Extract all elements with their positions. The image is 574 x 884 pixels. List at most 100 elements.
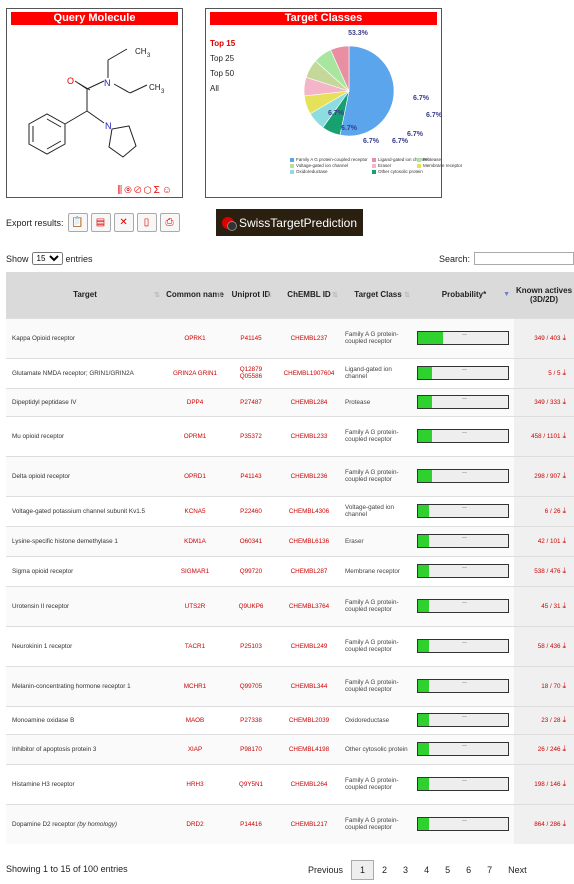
sigma-icon[interactable]: Σ [154, 185, 162, 196]
col-target[interactable]: Target ⇅ [6, 272, 164, 318]
uniprot-link[interactable]: P41143 [226, 455, 276, 496]
known-actives[interactable]: 18 / 70 ⤓ [514, 665, 574, 706]
uniprot-link[interactable]: Q9Y5N1 [226, 763, 276, 804]
download-icon[interactable]: ⤓ [562, 715, 566, 725]
chembl-link[interactable]: CHEMBL264 [276, 763, 342, 804]
known-actives[interactable]: 23 / 28 ⤓ [514, 705, 574, 734]
target-icon[interactable]: ⊚ [124, 185, 134, 196]
download-icon[interactable]: ⤓ [562, 819, 566, 829]
common-name-link[interactable]: MCHR1 [164, 665, 226, 706]
page-2[interactable]: 2 [374, 861, 395, 879]
chembl-link[interactable]: CHEMBL284 [276, 387, 342, 416]
molecule-tool-icons[interactable]: ⫼⊚⊘⬡Σ☺ [118, 185, 174, 196]
known-actives[interactable]: 458 / 1101 ⤓ [514, 415, 574, 456]
download-icon[interactable]: ⤓ [562, 681, 566, 691]
common-name-link[interactable]: HRH3 [164, 763, 226, 804]
chembl-link[interactable]: CHEMBL2039 [276, 705, 342, 734]
page-6[interactable]: 6 [458, 861, 479, 879]
col-known-actives[interactable]: Known actives (3D/2D) [514, 272, 574, 318]
page-5[interactable]: 5 [437, 861, 458, 879]
col-chembl[interactable]: ChEMBL ID ⇅ [276, 272, 342, 318]
smiley-icon[interactable]: ☺ [162, 185, 174, 196]
uniprot-link[interactable]: P41145 [226, 317, 276, 358]
common-name-link[interactable]: SIGMAR1 [164, 555, 226, 586]
common-name-link[interactable]: KCNA5 [164, 495, 226, 526]
download-icon[interactable]: ⤓ [562, 471, 566, 481]
common-name-link[interactable]: OPRK1 [164, 317, 226, 358]
chembl-link[interactable]: CHEMBL1907604 [276, 357, 342, 388]
download-icon[interactable]: ⤓ [562, 431, 566, 441]
known-actives[interactable]: 298 / 907 ⤓ [514, 455, 574, 496]
download-icon[interactable]: ⤓ [562, 566, 566, 576]
known-actives[interactable]: 864 / 286 ⤓ [514, 803, 574, 844]
chembl-link[interactable]: CHEMBL4198 [276, 733, 342, 764]
chembl-link[interactable]: CHEMBL4306 [276, 495, 342, 526]
col-common-name[interactable]: Common name ⇅ [164, 272, 226, 318]
chembl-link[interactable]: CHEMBL237 [276, 317, 342, 358]
hexagon-icon[interactable]: ⬡ [144, 185, 154, 196]
common-name-link[interactable]: MAOB [164, 705, 226, 734]
download-icon[interactable]: ⤓ [562, 368, 566, 378]
known-actives[interactable]: 349 / 403 ⤓ [514, 317, 574, 358]
col-uniprot[interactable]: Uniprot ID ⇅ [226, 272, 276, 318]
col-target-class[interactable]: Target Class ⇅ [342, 272, 414, 318]
page-3[interactable]: 3 [395, 861, 416, 879]
known-actives[interactable]: 26 / 246 ⤓ [514, 733, 574, 764]
uniprot-link[interactable]: Q12879 Q05586 [226, 357, 276, 388]
download-icon[interactable]: ⤓ [562, 744, 566, 754]
pdf-icon[interactable]: ▯ [136, 213, 157, 232]
known-actives[interactable]: 6 / 26 ⤓ [514, 495, 574, 526]
uniprot-link[interactable]: Q99705 [226, 665, 276, 706]
known-actives[interactable]: 45 / 31 ⤓ [514, 585, 574, 626]
uniprot-link[interactable]: P27338 [226, 705, 276, 734]
page-1[interactable]: 1 [351, 860, 375, 880]
known-actives[interactable]: 538 / 476 ⤓ [514, 555, 574, 586]
next-button[interactable]: Next [500, 861, 535, 879]
pill-icon[interactable]: ⊘ [134, 185, 144, 196]
uniprot-link[interactable]: P98170 [226, 733, 276, 764]
print-icon[interactable]: ⎙ [159, 213, 180, 232]
common-name-link[interactable]: GRIN2A GRIN1 [164, 357, 226, 388]
common-name-link[interactable]: KDM1A [164, 525, 226, 556]
page-4[interactable]: 4 [416, 861, 437, 879]
download-icon[interactable]: ⤓ [562, 601, 566, 611]
common-name-link[interactable]: OPRM1 [164, 415, 226, 456]
uniprot-link[interactable]: Q9UKP6 [226, 585, 276, 626]
known-actives[interactable]: 5 / 5 ⤓ [514, 357, 574, 388]
known-actives[interactable]: 42 / 101 ⤓ [514, 525, 574, 556]
known-actives[interactable]: 58 / 436 ⤓ [514, 625, 574, 666]
uniprot-link[interactable]: P22460 [226, 495, 276, 526]
download-icon[interactable]: ⤓ [562, 397, 566, 407]
download-icon[interactable]: ⤓ [562, 333, 566, 343]
clipboard-icon[interactable]: 📋 [67, 213, 88, 232]
common-name-link[interactable]: OPRD1 [164, 455, 226, 496]
search-input[interactable] [474, 252, 574, 265]
uniprot-link[interactable]: P14416 [226, 803, 276, 844]
download-icon[interactable]: ⤓ [562, 506, 566, 516]
excel-icon[interactable]: ✕ [113, 213, 134, 232]
chembl-link[interactable]: CHEMBL217 [276, 803, 342, 844]
uniprot-link[interactable]: O60341 [226, 525, 276, 556]
common-name-link[interactable]: XIAP [164, 733, 226, 764]
download-icon[interactable]: ⤓ [562, 536, 566, 546]
page-7[interactable]: 7 [479, 861, 500, 879]
uniprot-link[interactable]: Q99720 [226, 555, 276, 586]
chembl-link[interactable]: CHEMBL236 [276, 455, 342, 496]
uniprot-link[interactable]: P25103 [226, 625, 276, 666]
prev-button[interactable]: Previous [300, 861, 351, 879]
col-probability[interactable]: Probability* ▼ [414, 272, 514, 318]
entries-select[interactable]: 15 [31, 252, 63, 265]
uniprot-link[interactable]: P27487 [226, 387, 276, 416]
common-name-link[interactable]: DPP4 [164, 387, 226, 416]
swiss-target-prediction-button[interactable]: SwissTargetPrediction [216, 209, 363, 236]
uniprot-link[interactable]: P35372 [226, 415, 276, 456]
download-icon[interactable]: ⤓ [562, 779, 566, 789]
known-actives[interactable]: 349 / 333 ⤓ [514, 387, 574, 416]
chembl-link[interactable]: CHEMBL3764 [276, 585, 342, 626]
download-icon[interactable]: ⤓ [562, 641, 566, 651]
known-actives[interactable]: 198 / 146 ⤓ [514, 763, 574, 804]
chembl-link[interactable]: CHEMBL6136 [276, 525, 342, 556]
chembl-link[interactable]: CHEMBL344 [276, 665, 342, 706]
common-name-link[interactable]: DRD2 [164, 803, 226, 844]
chembl-link[interactable]: CHEMBL233 [276, 415, 342, 456]
